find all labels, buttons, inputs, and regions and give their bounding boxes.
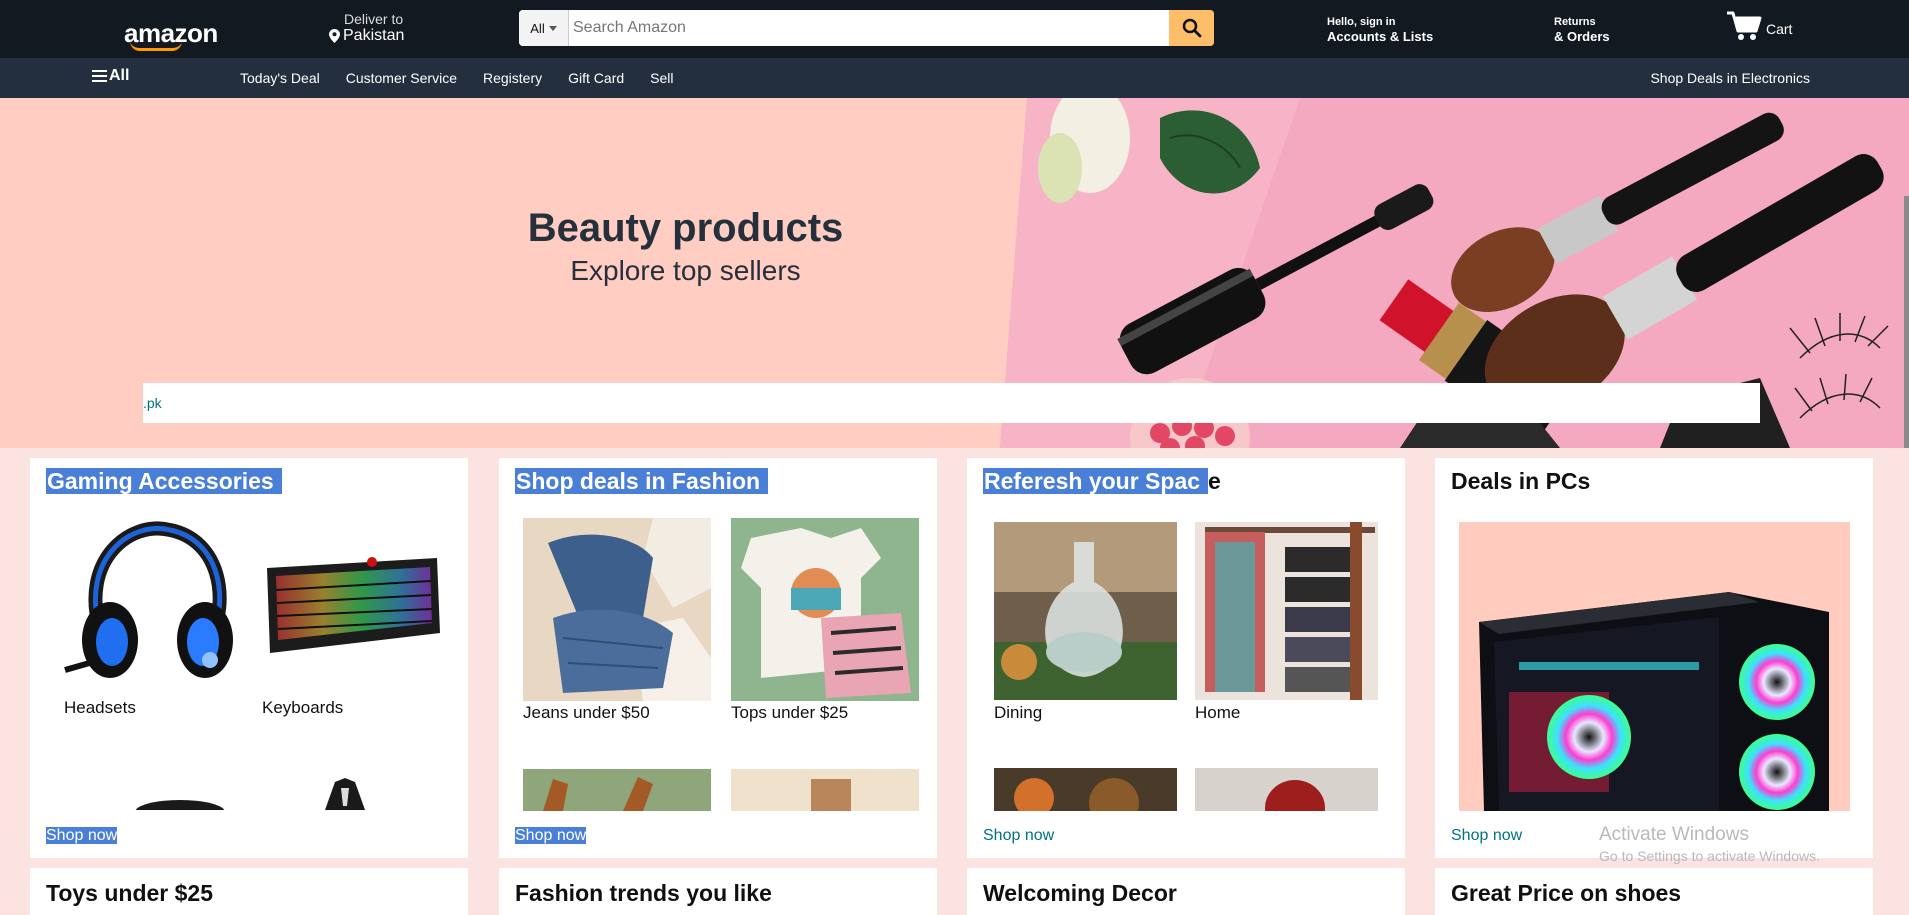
deliver-country: Pakistan	[343, 27, 405, 44]
deliver-label: Deliver to	[344, 11, 404, 27]
fashion-item-image[interactable]	[523, 769, 711, 811]
space-item-image-2[interactable]	[1195, 768, 1378, 811]
tile-caption-jeans: Jeans under $50	[523, 703, 650, 722]
hero-bar-link[interactable]: .pk	[143, 395, 162, 411]
cart-icon	[1727, 11, 1762, 40]
account-label: Accounts & Lists	[1327, 29, 1434, 44]
keyboard-image[interactable]	[262, 548, 442, 663]
card-title-rest: e	[1208, 468, 1221, 494]
home-image[interactable]	[1195, 522, 1378, 700]
dining-image[interactable]	[994, 522, 1177, 700]
card-title: Great Price on shoes	[1451, 880, 1682, 906]
nav-link-customer-service[interactable]: Customer Service	[346, 70, 457, 86]
nav-link-registry[interactable]: Registery	[483, 70, 542, 86]
card-deals-pcs: Deals in PCs Shop now	[1435, 458, 1873, 858]
card-title: Shop deals in Fashion	[515, 468, 769, 494]
card-title: Welcoming Decor	[983, 880, 1177, 906]
card-welcoming-decor: Welcoming Decor	[967, 868, 1405, 915]
returns-label: Returns	[1554, 16, 1596, 28]
search-category-value: All	[530, 20, 545, 36]
nav-link-todays-deal[interactable]: Today's Deal	[240, 70, 320, 86]
card-toys: Toys under $25	[30, 868, 468, 915]
hero-banner[interactable]: Beauty products Explore top sellers .pk	[0, 98, 1909, 448]
orders-label: & Orders	[1554, 29, 1610, 44]
shop-now-link[interactable]: Shop now	[515, 827, 587, 845]
cart-label: Cart	[1766, 21, 1793, 37]
hero-overlay-bar: .pk	[143, 383, 1760, 423]
location-pin-icon	[329, 29, 340, 43]
deliver-to[interactable]: Deliver to Pakistan	[329, 11, 404, 45]
mouse-image[interactable]	[130, 798, 230, 810]
vertical-scrollbar[interactable]	[1904, 196, 1909, 448]
account-greeting: Hello, sign in	[1327, 16, 1396, 28]
cart-button[interactable]: Cart	[1726, 10, 1792, 42]
card-title: Fashion trends you like	[515, 880, 772, 906]
search-icon	[1182, 18, 1201, 38]
tops-image[interactable]	[731, 518, 919, 701]
nav-bar: All Today's Deal Customer Service Regist…	[0, 58, 1909, 98]
card-fashion-deals: Shop deals in Fashion Jeans under $50 To…	[499, 458, 937, 858]
tile-caption-tops: Tops under $25	[731, 703, 849, 722]
card-title-selected: Referesh your Spac	[983, 468, 1209, 494]
search-button[interactable]	[1169, 10, 1214, 46]
pc-case-image[interactable]	[1459, 522, 1850, 811]
card-fashion-trends: Fashion trends you like	[499, 868, 937, 915]
card-title: Toys under $25	[46, 880, 214, 906]
hero-title: Beauty products	[527, 206, 844, 250]
nav-promo-link[interactable]: Shop Deals in Electronics	[1650, 70, 1810, 86]
tile-caption-keyboards: Keyboards	[262, 698, 344, 717]
search-input[interactable]	[569, 10, 1169, 46]
shop-now-link[interactable]: Shop now	[46, 827, 118, 845]
hero-subtitle: Explore top sellers	[570, 255, 801, 286]
headset-image[interactable]	[60, 520, 240, 692]
activate-windows-watermark: Activate Windows Go to Settings to activ…	[1599, 824, 1820, 864]
all-menu-button[interactable]: All	[92, 67, 129, 85]
tile-caption-dining: Dining	[994, 703, 1043, 722]
returns-orders[interactable]: Returns & Orders	[1554, 16, 1610, 44]
space-item-image[interactable]	[994, 768, 1177, 811]
jeans-image[interactable]	[523, 518, 711, 701]
fashion-item-image-2[interactable]	[731, 769, 919, 811]
shop-now-link[interactable]: Shop now	[983, 827, 1054, 845]
card-title: Deals in PCs	[1451, 468, 1591, 494]
search-category-select[interactable]: All	[519, 10, 569, 46]
card-shoes: Great Price on shoes	[1435, 868, 1873, 915]
watermark-subtitle: Go to Settings to activate Windows.	[1599, 848, 1820, 864]
all-menu-label: All	[109, 67, 130, 84]
card-refresh-space: Referesh your Spac e Dining Home Shop now	[967, 458, 1405, 858]
tile-caption-headsets: Headsets	[64, 698, 136, 717]
top-header: amazon Deliver to Pakistan All Hello, si…	[0, 0, 1909, 58]
watermark-title: Activate Windows	[1599, 824, 1749, 845]
shop-now-link[interactable]: Shop now	[1451, 827, 1522, 845]
nav-link-sell[interactable]: Sell	[650, 70, 673, 86]
search-bar: All	[519, 10, 1214, 46]
nav-link-gift-card[interactable]: Gift Card	[568, 70, 624, 86]
logo-smile-icon	[130, 41, 182, 51]
card-gaming-accessories: Gaming Accessories Headsets Keyboards Sh…	[30, 458, 468, 858]
mouse-image-2[interactable]	[315, 778, 375, 810]
hamburger-icon	[92, 70, 107, 82]
tile-caption-home: Home	[1195, 703, 1241, 722]
chevron-down-icon	[548, 25, 557, 31]
card-title: Gaming Accessories	[46, 468, 282, 494]
account-lists[interactable]: Hello, sign in Accounts & Lists	[1327, 16, 1433, 44]
